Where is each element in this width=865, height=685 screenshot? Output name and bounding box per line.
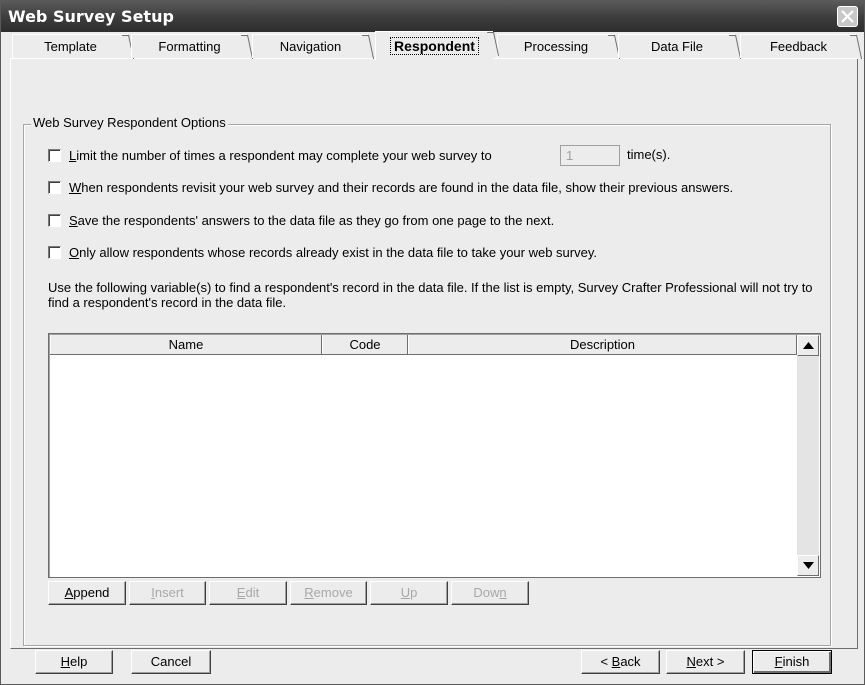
checkbox-box[interactable] [48,181,61,194]
append-button[interactable]: Append [48,581,126,605]
arrow-up-icon [803,342,814,349]
close-button[interactable] [837,6,858,27]
down-button[interactable]: Down [451,581,529,605]
tab-label: Respondent [390,37,479,55]
list-scrollbar[interactable] [797,335,819,576]
tab-label: Data File [650,39,704,54]
checkbox-label: Only allow respondents whose records alr… [69,245,597,260]
checkbox-label: Limit the number of times a respondent m… [69,148,492,163]
tab-template[interactable]: Template [12,34,128,58]
tab-data-file[interactable]: Data File [618,34,735,58]
tab-respondent[interactable]: Respondent [375,31,493,60]
checkbox-label: Save the respondents' answers to the dat… [69,213,555,228]
column-header-code[interactable]: Code [322,335,408,354]
limit-count-input[interactable] [560,145,620,166]
tab-processing[interactable]: Processing [497,34,614,58]
help-button[interactable]: Help [35,650,113,674]
checkbox-box[interactable] [48,214,61,227]
group-title: Web Survey Respondent Options [31,115,228,130]
tab-formatting[interactable]: Formatting [131,34,247,58]
up-button[interactable]: Up [370,581,448,605]
cancel-button[interactable]: Cancel [131,650,211,674]
scroll-up-button[interactable] [797,335,819,356]
tab-label: Formatting [158,39,221,54]
times-label: time(s). [627,147,671,162]
tab-feedback[interactable]: Feedback [740,34,856,58]
arrow-down-icon [803,562,814,569]
column-header-name[interactable]: Name [50,335,322,354]
column-header-description[interactable]: Description [408,335,797,354]
insert-button[interactable]: Insert [129,581,206,605]
close-icon [841,10,854,23]
checkbox-label: When respondents revisit your web survey… [69,180,734,195]
checkbox-box[interactable] [48,246,61,259]
tab-navigation[interactable]: Navigation [252,34,368,58]
tab-label: Navigation [279,39,342,54]
scroll-down-button[interactable] [797,555,819,576]
tab-label: Processing [523,39,589,54]
lookup-variables-description: Use the following variable(s) to find a … [48,280,813,310]
window-title: Web Survey Setup [8,7,174,26]
next-button[interactable]: Next > [666,650,745,674]
tab-label: Template [44,39,97,54]
finish-button[interactable]: Finish [752,650,832,674]
tab-label: Feedback [769,39,828,54]
back-button[interactable]: < Back [581,650,660,674]
list-header: Name Code Description [50,335,797,355]
checkbox-box[interactable] [48,149,61,162]
lookup-variables-list[interactable]: Name Code Description [48,333,821,578]
edit-button[interactable]: Edit [209,581,287,605]
title-bar[interactable]: Web Survey Setup [1,1,864,32]
remove-button[interactable]: Remove [290,581,367,605]
